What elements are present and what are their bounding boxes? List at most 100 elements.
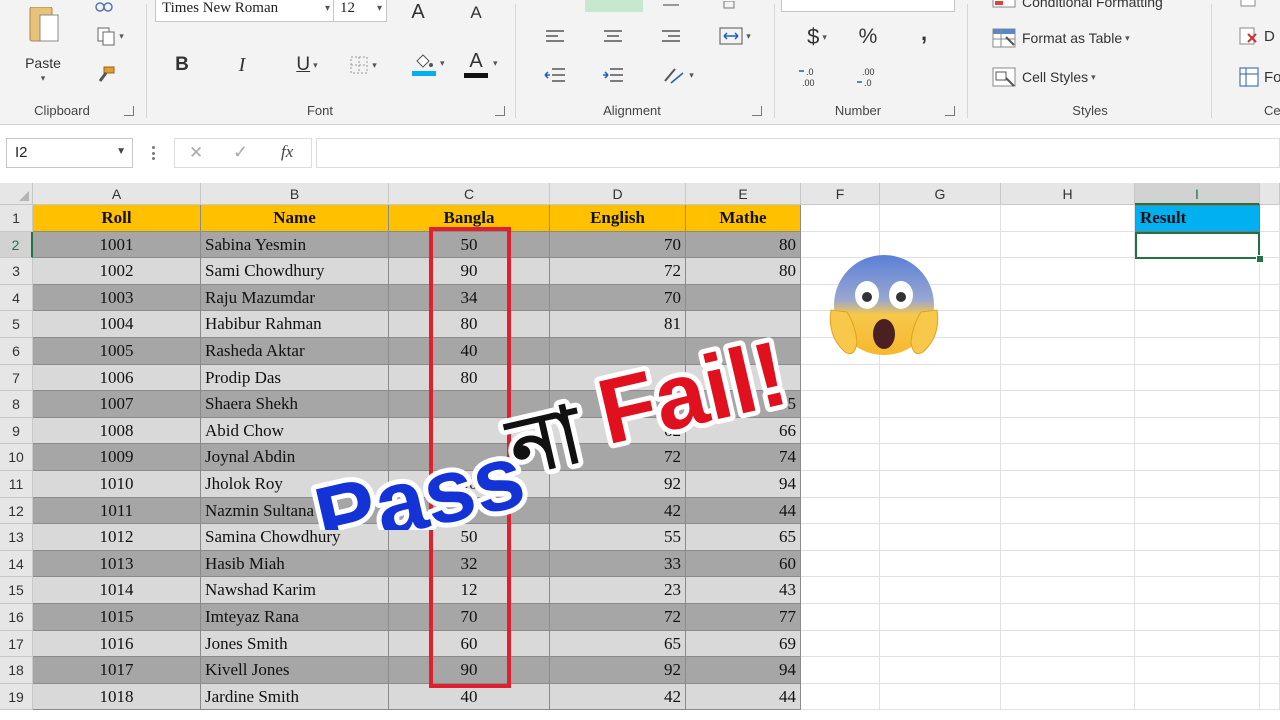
cell-name[interactable]: Nawshad Karim [201, 577, 389, 604]
cell-roll[interactable]: 1008 [33, 418, 201, 444]
shrink-font-button[interactable]: A [461, 2, 491, 24]
row-header-14[interactable]: 14 [0, 551, 33, 577]
fill-handle[interactable] [1256, 255, 1264, 263]
column-header-i[interactable]: I [1135, 183, 1260, 205]
enter-icon[interactable]: ✓ [233, 142, 248, 163]
clipboard-dialog-launcher-icon[interactable] [124, 106, 134, 116]
cell[interactable] [880, 551, 1001, 577]
borders-button[interactable]: ▾ [343, 52, 383, 78]
percent-button[interactable]: % [853, 24, 883, 50]
row-header-11[interactable]: 11 [0, 471, 33, 498]
cell-roll[interactable]: 1013 [33, 551, 201, 577]
cell[interactable] [1001, 338, 1135, 365]
column-header-c[interactable]: C [389, 183, 550, 205]
name-box-dropdown-icon[interactable]: ▼ [116, 146, 126, 157]
cell[interactable] [1001, 604, 1135, 631]
cell[interactable] [1001, 498, 1135, 524]
currency-button[interactable]: $ ▾ [797, 24, 837, 50]
cell[interactable] [1135, 311, 1260, 338]
column-header-a[interactable]: A [33, 183, 201, 205]
cell[interactable] [1260, 631, 1280, 657]
cell-name[interactable]: Hasib Miah [201, 551, 389, 577]
column-header-d[interactable]: D [550, 183, 686, 205]
cell[interactable] [1260, 365, 1280, 391]
cell[interactable] [1260, 418, 1280, 444]
cell-name[interactable]: Sami Chowdhury [201, 258, 389, 285]
conditional-formatting-button[interactable]: Conditional Formatting [992, 0, 1202, 12]
align-right-button[interactable] [658, 26, 684, 48]
number-dialog-launcher-icon[interactable] [945, 106, 955, 116]
cell[interactable] [801, 551, 880, 577]
row-header-13[interactable]: 13 [0, 524, 33, 551]
cell[interactable] [880, 604, 1001, 631]
cell[interactable] [801, 205, 880, 232]
underline-dropdown-icon[interactable]: ▾ [313, 60, 318, 71]
cell[interactable] [880, 631, 1001, 657]
format-painter-button[interactable] [90, 62, 120, 88]
fill-color-button[interactable] [403, 48, 445, 80]
cell-mathe[interactable]: 80 [686, 232, 801, 258]
cell[interactable] [1001, 311, 1135, 338]
cell-mathe[interactable]: 69 [686, 631, 801, 657]
cell[interactable] [1135, 657, 1260, 684]
cell[interactable] [1135, 258, 1260, 285]
cell-roll[interactable]: 1011 [33, 498, 201, 524]
cell-name[interactable]: Kivell Jones [201, 657, 389, 684]
header-cell-roll[interactable]: Roll [33, 205, 201, 232]
cell[interactable] [801, 577, 880, 604]
cell-mathe[interactable]: 94 [686, 657, 801, 684]
cell[interactable] [1001, 631, 1135, 657]
italic-button[interactable]: I [229, 52, 255, 78]
cell-mathe[interactable]: 43 [686, 577, 801, 604]
cell[interactable] [880, 365, 1001, 391]
row-header-2[interactable]: 2 [0, 232, 33, 258]
insert-function-icon[interactable]: fx [281, 142, 293, 162]
cell-styles-dropdown-icon[interactable]: ▾ [1091, 72, 1096, 83]
cell[interactable] [1001, 657, 1135, 684]
cancel-icon[interactable]: ✕ [189, 143, 203, 163]
column-header-h[interactable]: H [1001, 183, 1135, 205]
cell[interactable] [1260, 391, 1280, 418]
cell-roll[interactable]: 1010 [33, 471, 201, 498]
cell[interactable] [880, 205, 1001, 232]
cell-roll[interactable]: 1018 [33, 684, 201, 710]
font-size-dropdown-icon[interactable]: ▾ [377, 3, 382, 14]
cell[interactable] [1260, 684, 1280, 710]
header-cell-mathe[interactable]: Mathe [686, 205, 801, 232]
cell[interactable] [1260, 657, 1280, 684]
cell[interactable] [1135, 498, 1260, 524]
row-header-3[interactable]: 3 [0, 258, 33, 285]
cell[interactable] [1260, 577, 1280, 604]
font-dialog-launcher-icon[interactable] [495, 106, 505, 116]
row-header-12[interactable]: 12 [0, 498, 33, 524]
cell-english[interactable]: 23 [550, 577, 686, 604]
cell[interactable] [1260, 551, 1280, 577]
result-header[interactable]: Result [1135, 205, 1260, 232]
cell-roll[interactable]: 1007 [33, 391, 201, 418]
cell-english[interactable]: 65 [550, 631, 686, 657]
delete-cells-button[interactable]: D [1238, 24, 1280, 48]
cell-mathe[interactable]: 60 [686, 551, 801, 577]
cell[interactable] [1260, 444, 1280, 471]
cell[interactable] [1260, 311, 1280, 338]
column-header-e[interactable]: E [686, 183, 801, 205]
bottom-align-button[interactable] [658, 0, 684, 10]
cell[interactable] [1001, 365, 1135, 391]
row-header-7[interactable]: 7 [0, 365, 33, 391]
cell[interactable] [880, 498, 1001, 524]
cell-roll[interactable]: 1006 [33, 365, 201, 391]
paste-dropdown-icon[interactable]: ▾ [41, 73, 46, 84]
cell[interactable] [1001, 471, 1135, 498]
header-cell-english[interactable]: English [550, 205, 686, 232]
align-left-button[interactable] [542, 26, 568, 48]
align-center-button[interactable] [600, 26, 626, 48]
select-all-button[interactable] [0, 183, 33, 205]
font-size-combo[interactable]: 12 ▾ [333, 0, 387, 22]
font-name-combo[interactable]: Times New Roman ▾ [155, 0, 335, 22]
fill-color-dropdown-icon[interactable]: ▾ [440, 58, 445, 69]
number-format-combo[interactable] [781, 0, 955, 12]
cell[interactable] [1001, 391, 1135, 418]
row-header-19[interactable]: 19 [0, 684, 33, 710]
insert-icon[interactable] [1238, 0, 1258, 10]
merge-center-button[interactable]: ▾ [714, 24, 756, 48]
